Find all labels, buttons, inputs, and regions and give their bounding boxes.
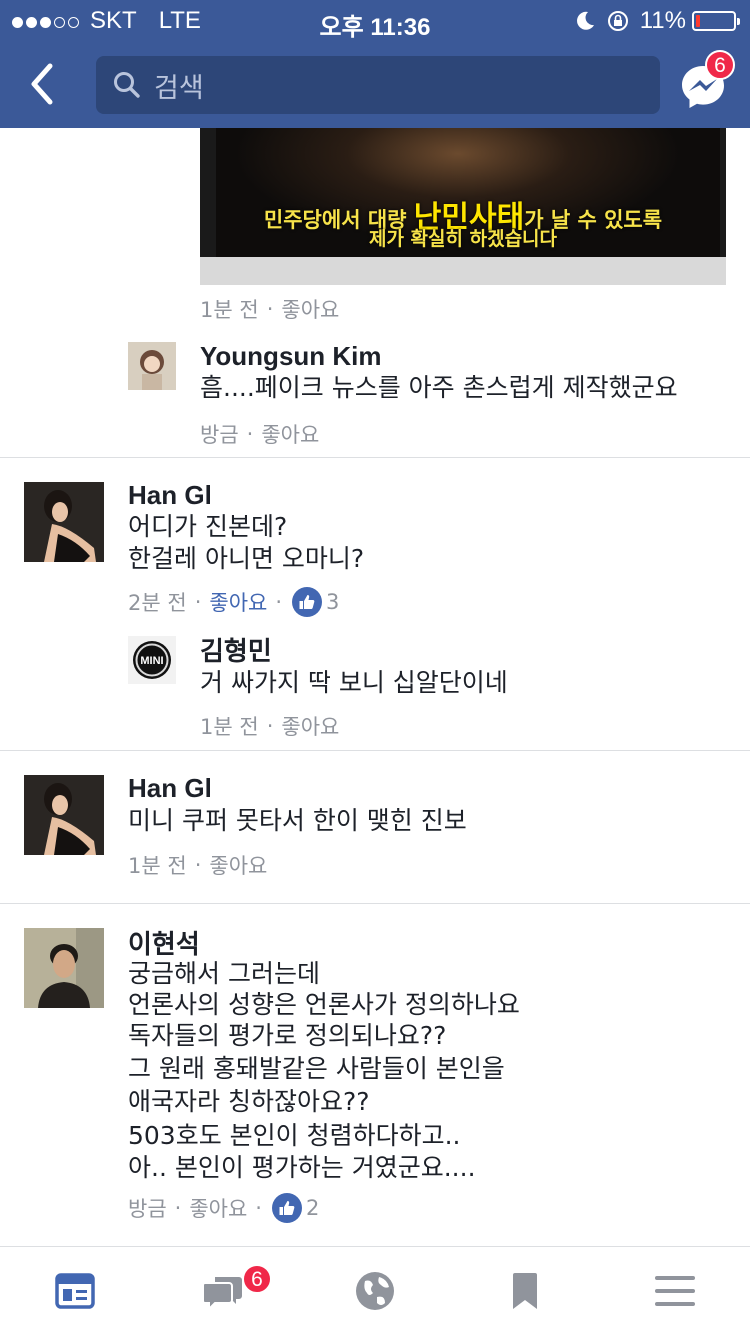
thumbs-up-icon[interactable] [271, 1193, 302, 1223]
status-bar: SKT LTE 오후 11:36 11% [0, 0, 750, 41]
divider [0, 750, 750, 751]
comment-time: 방금 [200, 423, 239, 447]
search-icon [114, 72, 140, 98]
comment-text-line: 아.. 본인이 평가하는 거였군요.... [128, 1153, 476, 1182]
top-nav-bar: 검색 [0, 40, 750, 128]
news-feed-icon[interactable] [55, 1271, 95, 1311]
bookmark-icon[interactable] [505, 1271, 545, 1311]
comment-meta: 1분 전 · 좋아요 [200, 711, 339, 741]
mini-logo-text: MINI [140, 655, 163, 667]
search-placeholder: 검색 [154, 72, 204, 104]
like-link[interactable]: 좋아요 [261, 419, 319, 449]
commenter-name[interactable]: Youngsun Kim [200, 341, 382, 372]
comment-text-line: 503호도 본인이 청렴하다하고.. [128, 1121, 461, 1150]
like-link[interactable]: 좋아요 [189, 1193, 247, 1223]
back-arrow-icon[interactable] [22, 60, 66, 108]
comment-text: 미니 쿠퍼 못타서 한이 맺힌 진보 [128, 806, 467, 835]
comment-text-line: 한걸레 아니면 오마니? [128, 544, 365, 573]
thumbs-up-icon[interactable] [292, 587, 323, 617]
comment-text-line: 언론사의 성향은 언론사가 정의하나요 [128, 990, 520, 1019]
messages-badge: 6 [242, 1264, 272, 1294]
moon-icon [576, 11, 594, 30]
like-link[interactable]: 좋아요 [281, 294, 339, 324]
battery-percent: 11% [639, 7, 686, 34]
image-caption-line2: 제가 확실히 하겠습니다 [368, 228, 558, 250]
comment-meta: 2분 전 · 좋아요 · 3 [128, 587, 339, 617]
search-input[interactable]: 검색 [96, 56, 660, 114]
like-count: 3 [326, 590, 340, 614]
like-link[interactable]: 좋아요 [281, 711, 339, 741]
avatar[interactable] [24, 775, 104, 855]
comment-time: 2분 전 [128, 591, 187, 615]
rotation-lock-icon [607, 11, 628, 31]
comment-text-line: 어디가 진본데? [128, 512, 288, 541]
commenter-name[interactable]: 이현석 [128, 924, 200, 961]
comment-text-line: 그 원래 홍돼발같은 사람들이 본인을 [128, 1054, 505, 1083]
divider [0, 903, 750, 904]
avatar[interactable] [128, 342, 176, 390]
comment-text-line: 애국자라 칭하잖아요?? [128, 1087, 370, 1116]
shared-post-image[interactable]: 민주당에서 대량 난민사태가 날 수 있도록 제가 확실히 하겠습니다 [200, 128, 726, 285]
avatar[interactable] [24, 928, 104, 1008]
globe-icon[interactable] [355, 1271, 395, 1311]
comment-time: 1분 전 [200, 298, 259, 322]
comment-time: 방금 [128, 1197, 167, 1221]
like-link[interactable]: 좋아요 [209, 587, 267, 617]
battery-icon [692, 11, 740, 31]
like-link[interactable]: 좋아요 [209, 850, 267, 880]
comment-text-line: 궁금해서 그러는데 [128, 959, 320, 988]
comment-text-line: 독자들의 평가로 정의되나요?? [128, 1021, 447, 1050]
divider [0, 457, 750, 458]
like-count: 2 [305, 1196, 320, 1220]
comment-time: 1분 전 [128, 854, 187, 878]
comment-meta: 1분 전 · 좋아요 [200, 294, 339, 324]
menu-icon[interactable] [655, 1271, 695, 1311]
comment-text: 거 싸가지 딱 보니 십알단이네 [200, 668, 508, 697]
bottom-tab-bar [0, 1246, 750, 1334]
avatar[interactable] [24, 482, 104, 562]
commenter-name[interactable]: Han Gl [128, 773, 212, 804]
comment-meta: 1분 전 · 좋아요 [128, 850, 267, 880]
messenger-badge: 6 [705, 50, 735, 80]
comment-text: 흠....페이크 뉴스를 아주 촌스럽게 제작했군요 [200, 373, 678, 402]
avatar[interactable]: MINI [128, 636, 176, 684]
comment-meta: 방금 · 좋아요 [200, 419, 319, 449]
commenter-name[interactable]: Han Gl [128, 480, 212, 511]
messages-icon[interactable] [203, 1271, 243, 1311]
comment-time: 1분 전 [200, 715, 259, 739]
comment-meta: 방금 · 좋아요 · 2 [128, 1193, 319, 1223]
commenter-name[interactable]: 김형민 [200, 631, 272, 668]
